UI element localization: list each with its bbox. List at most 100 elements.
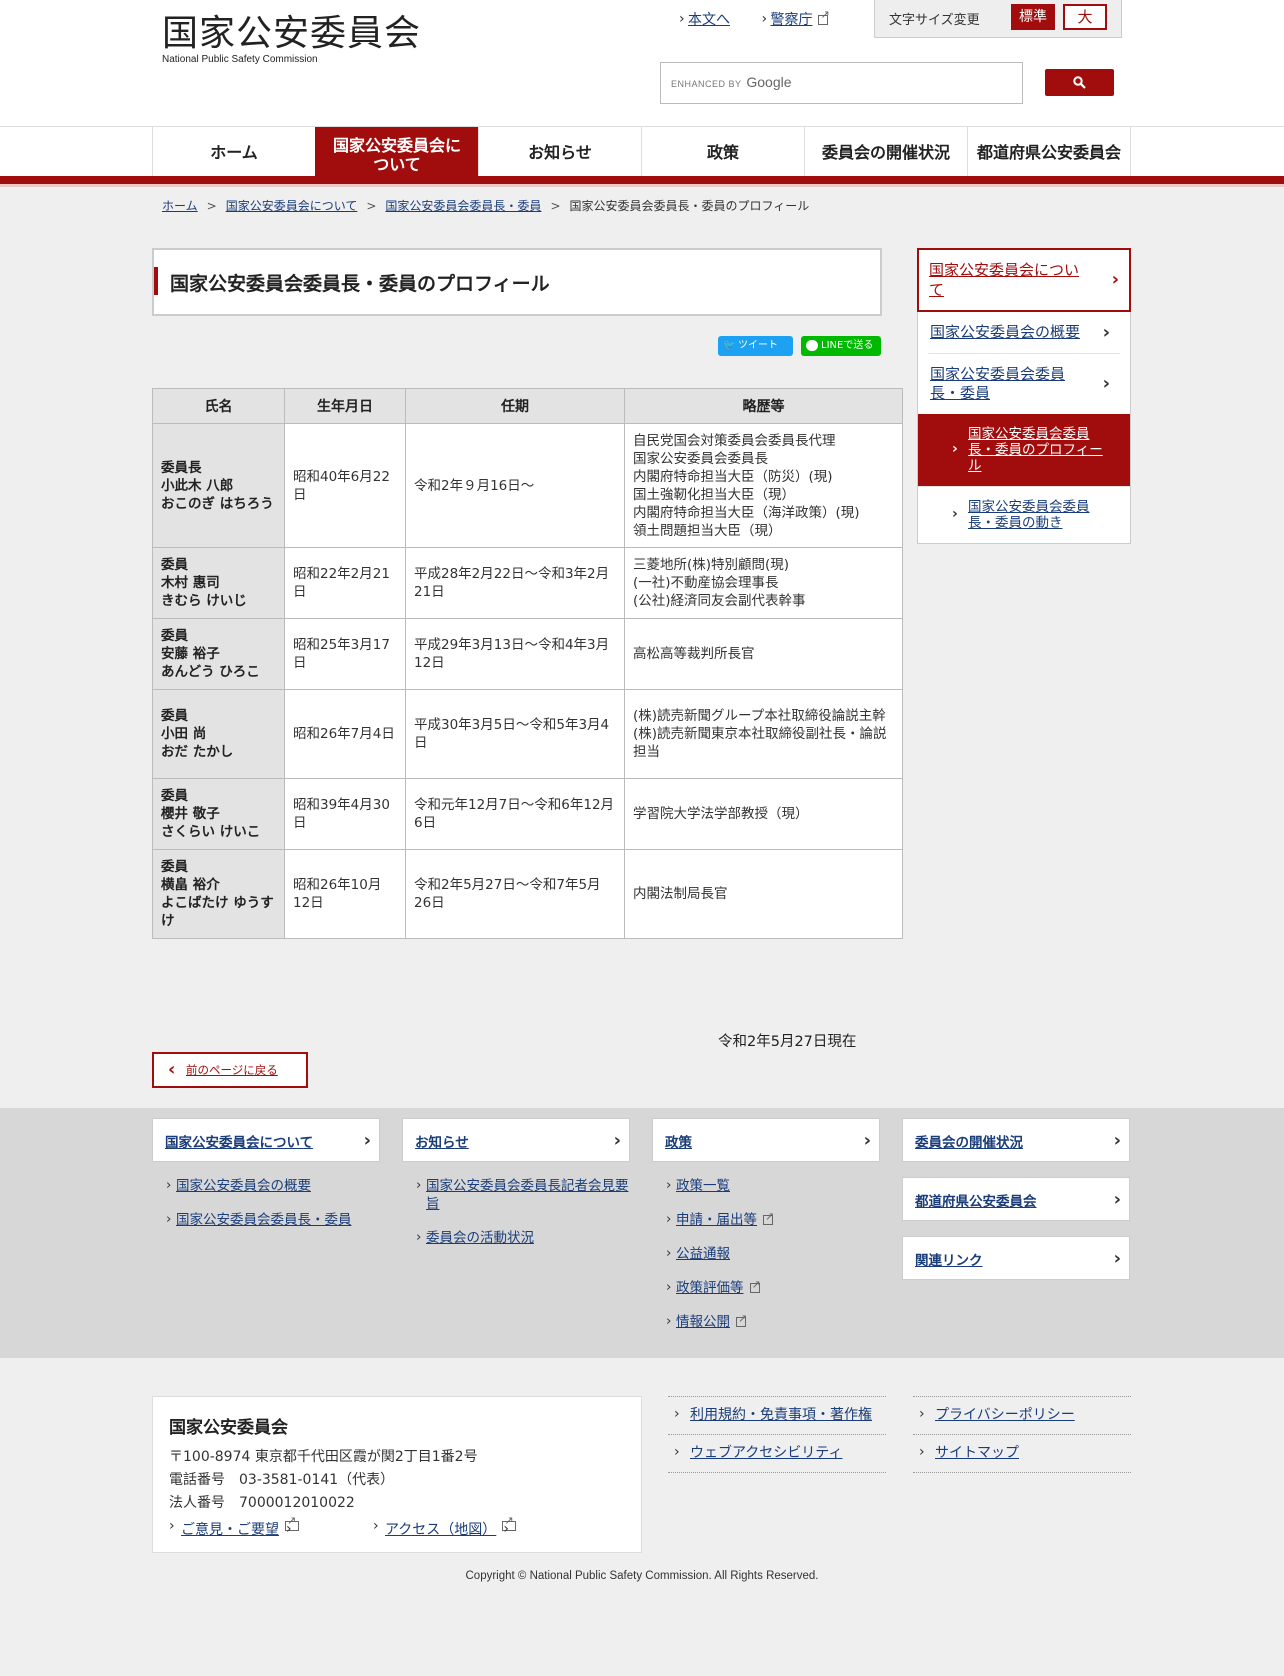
site-logo[interactable]: 国家公安委員会 National Public Safety Commissio…: [162, 12, 422, 65]
member-name-cell: 委員長 小此木 八郎 おこのぎ はちろう: [152, 423, 285, 548]
footer-prefectural-box[interactable]: 都道府県公安委員会 ›: [902, 1177, 1130, 1221]
sidebar-subitem-profile[interactable]: › 国家公安委員会委員長・委員のプロフィール: [918, 414, 1130, 486]
member-name-cell: 委員 木村 惠司 きむら けいじ: [152, 547, 285, 619]
table-row: 委員 木村 惠司 きむら けいじ 昭和22年2月21日 平成28年2月22日～令和3年2…: [152, 547, 903, 619]
nav-policy[interactable]: 政策: [641, 127, 804, 183]
list-item: 情報公開: [652, 1310, 880, 1331]
skip-to-main-link[interactable]: 本文へ: [680, 12, 730, 28]
font-size-switcher: 文字サイズ変更 標準 大: [874, 0, 1122, 38]
footer-link[interactable]: 国家公安委員会委員長・委員: [176, 1212, 352, 1228]
terms-link[interactable]: 利用規約・免責事項・著作権: [690, 1407, 872, 1423]
opinion-item: ご意見・ご要望: [169, 1514, 299, 1539]
footer-related-title[interactable]: 関連リンク: [915, 1253, 983, 1269]
footer-related-box[interactable]: 関連リンク ›: [902, 1236, 1130, 1280]
footer-about-title[interactable]: 国家公安委員会について: [165, 1135, 313, 1151]
footer-link[interactable]: 公益通報: [676, 1246, 730, 1262]
access-link[interactable]: アクセス（地図）: [385, 1522, 496, 1538]
sidebar-item-members[interactable]: 国家公安委員会委員長・委員 ›: [928, 353, 1120, 414]
external-link-icon: [763, 1208, 774, 1226]
breadcrumb-home[interactable]: ホーム: [162, 199, 198, 213]
footer-policy-box[interactable]: 政策 ›: [652, 1118, 880, 1162]
nav-about[interactable]: 国家公安委員会について: [315, 127, 478, 185]
list-item: 政策評価等: [652, 1276, 880, 1297]
footer-link[interactable]: 政策一覧: [676, 1178, 730, 1194]
footer-policy-title[interactable]: 政策: [665, 1135, 692, 1151]
footer-meetings-title[interactable]: 委員会の開催状況: [915, 1135, 1023, 1151]
back-link[interactable]: 前のページに戻る: [186, 1063, 278, 1077]
footer-col-news: お知らせ › 国家公安委員会委員長記者会見要旨 委員会の活動状況: [402, 1118, 630, 1263]
footer-link[interactable]: 委員会の活動状況: [426, 1230, 534, 1246]
footer-link[interactable]: 申請・届出等: [676, 1212, 757, 1228]
footer-news-title[interactable]: お知らせ: [415, 1135, 469, 1151]
birth-cell: 昭和25年3月17日: [284, 618, 406, 690]
footer-link[interactable]: 国家公安委員会の概要: [176, 1178, 311, 1194]
breadcrumb-separator: >: [366, 199, 377, 213]
list-item: ウェブアクセシビリティ: [668, 1434, 886, 1473]
career-cell: 自民党国会対策委員会委員長代理 国家公安委員会委員長 内閣府特命担当大臣（防災）(現…: [624, 423, 903, 548]
sidebar-head-link[interactable]: 国家公安委員会について: [929, 261, 1079, 299]
copyright: Copyright © National Public Safety Commi…: [465, 1570, 819, 1582]
sidebar: 国家公安委員会について › 国家公安委員会の概要 › 国家公安委員会委員長・委員…: [917, 248, 1131, 544]
list-item: 国家公安委員会委員長・委員: [152, 1210, 380, 1229]
chevron-right-icon: ›: [363, 1130, 371, 1151]
footer-link[interactable]: 国家公安委員会委員長記者会見要旨: [426, 1178, 629, 1212]
career-line: 国家公安委員会委員長: [633, 450, 768, 467]
font-size-large-button[interactable]: 大: [1063, 4, 1107, 30]
footer-link[interactable]: 情報公開: [676, 1314, 730, 1330]
member-name-cell: 委員 櫻井 敬子 さくらい けいこ: [152, 778, 285, 850]
sitemap-link[interactable]: サイトマップ: [935, 1445, 1019, 1461]
org-address: 〒100-8974 東京都千代田区霞が関2丁目1番2号: [169, 1449, 478, 1465]
birth-cell: 昭和40年6月22日: [284, 423, 406, 548]
footer-about-box[interactable]: 国家公安委員会について ›: [152, 1118, 380, 1162]
privacy-link[interactable]: プライバシーポリシー: [935, 1407, 1075, 1423]
footer-prefectural-title[interactable]: 都道府県公安委員会: [915, 1194, 1037, 1210]
search-button[interactable]: [1045, 69, 1114, 96]
footer-nav: 国家公安委員会について › 国家公安委員会の概要 国家公安委員会委員長・委員 お知…: [0, 1108, 1284, 1358]
member-role: 委員: [161, 708, 188, 724]
footer-col-about: 国家公安委員会について › 国家公安委員会の概要 国家公安委員会委員長・委員: [152, 1118, 380, 1245]
career-line: (一社)不動産協会理事長: [633, 575, 779, 591]
search-input[interactable]: ENHANCED BY Google: [660, 62, 1023, 104]
nav-home[interactable]: ホーム: [152, 127, 315, 177]
chevron-right-icon: ›: [1111, 269, 1119, 290]
nav-meetings[interactable]: 委員会の開催状況: [804, 127, 967, 177]
sidebar-item-label[interactable]: 国家公安委員会の概要: [930, 323, 1080, 341]
breadcrumb-current: 国家公安委員会委員長・委員のプロフィール: [569, 199, 810, 213]
career-line: 内閣府特命担当大臣（防災）(現): [633, 468, 833, 485]
org-links: ご意見・ご要望 アクセス（地図）: [169, 1514, 625, 1541]
career-cell: 高松高等裁判所長官: [624, 618, 903, 690]
sidebar-subitem-label[interactable]: 国家公安委員会委員長・委員のプロフィール: [968, 426, 1103, 474]
tweet-button[interactable]: ツイート: [718, 336, 793, 356]
chevron-right-icon: ›: [1113, 1189, 1121, 1210]
breadcrumb-members[interactable]: 国家公安委員会委員長・委員: [385, 199, 541, 213]
accessibility-link[interactable]: ウェブアクセシビリティ: [690, 1445, 842, 1461]
sidebar-subitem-activities[interactable]: › 国家公安委員会委員長・委員の動き: [918, 486, 1130, 543]
nav-prefectural[interactable]: 都道府県公安委員会: [967, 127, 1131, 177]
page-title-box: 国家公安委員会委員長・委員のプロフィール: [152, 248, 882, 316]
nav-news[interactable]: お知らせ: [478, 127, 641, 183]
career-cell: 三菱地所(株)特別顧問(現) (一社)不動産協会理事長 (公社)経済同友会副代表幹事: [624, 547, 903, 619]
table-header-row: 氏名 生年月日 任期 略歴等: [152, 388, 903, 424]
police-agency-link[interactable]: 警察庁: [762, 8, 829, 28]
line-share-button[interactable]: LINEで送る: [801, 336, 881, 356]
opinion-link[interactable]: ご意見・ご要望: [181, 1522, 279, 1538]
member-role: 委員: [161, 557, 188, 573]
list-item: 国家公安委員会の概要: [152, 1176, 380, 1195]
nav-home-label: ホーム: [210, 142, 258, 162]
footer-meetings-box[interactable]: 委員会の開催状況 ›: [902, 1118, 1130, 1162]
breadcrumb-about[interactable]: 国家公安委員会について: [226, 199, 358, 213]
profile-table: 氏名 生年月日 任期 略歴等 委員長 小此木 八郎 おこのぎ はちろう 昭和40年6月…: [152, 388, 903, 939]
career-cell: 学習院大学法学部教授（現）: [624, 778, 903, 850]
font-size-standard-button[interactable]: 標準: [1011, 4, 1055, 30]
sidebar-head[interactable]: 国家公安委員会について ›: [917, 248, 1131, 312]
org-phone: 電話番号 03-3581-0141（代表）: [169, 1472, 395, 1488]
footer-link[interactable]: 政策評価等: [676, 1280, 744, 1296]
career-line: 国土強靭化担当大臣（現）: [633, 486, 795, 503]
sidebar-item-overview[interactable]: 国家公安委員会の概要 ›: [928, 312, 1120, 353]
column-header: 略歴等: [624, 388, 903, 424]
sidebar-subitem-label[interactable]: 国家公安委員会委員長・委員の動き: [968, 499, 1090, 531]
table-row: 委員 小田 尚おだ たかし 昭和26年7月4日 平成30年3月5日～令和5年3月4日(…: [152, 689, 903, 779]
footer-news-box[interactable]: お知らせ ›: [402, 1118, 630, 1162]
back-button[interactable]: ‹ 前のページに戻る: [152, 1052, 308, 1088]
sidebar-item-label[interactable]: 国家公安委員会委員長・委員: [930, 365, 1065, 402]
